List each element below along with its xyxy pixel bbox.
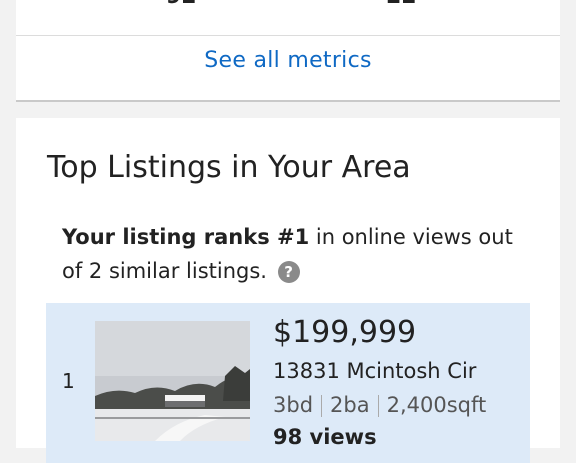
metrics-row: 92 22 xyxy=(16,0,560,34)
listing-extra: 98 views xyxy=(273,425,377,449)
listing-address: 13831 Mcintosh Cir xyxy=(273,359,477,383)
listing-price: $199,999 xyxy=(273,315,417,350)
listing-sqft: 2,400sqft xyxy=(386,393,487,417)
top-listings-card: Top Listings in Your Area Your listing r… xyxy=(16,118,560,463)
help-icon[interactable]: ? xyxy=(277,261,300,283)
listing-specs: 3bd 2ba 2,400sqft xyxy=(273,393,486,417)
metrics-card: 92 22 See all metrics xyxy=(16,0,560,100)
listing-rank: 1 xyxy=(62,369,75,393)
see-all-metrics-link[interactable]: See all metrics xyxy=(16,48,560,73)
metric-value-right: 22 xyxy=(386,0,417,9)
listing-beds: 3bd xyxy=(273,393,314,417)
section-title: Top Listings in Your Area xyxy=(47,150,411,185)
rank-description: Your listing ranks #1 in online views ou… xyxy=(62,220,532,288)
listing-photo[interactable] xyxy=(95,321,250,441)
listing-baths: 2ba xyxy=(330,393,370,417)
spec-divider xyxy=(377,395,379,417)
card-shadow xyxy=(16,100,560,102)
metric-value-left: 92 xyxy=(166,0,197,9)
rank-highlight: Your listing ranks #1 xyxy=(62,225,310,249)
divider xyxy=(16,35,560,36)
listing-row[interactable]: 1 $199,999 13831 Mcintosh Cir 3bd 2ba 2,40… xyxy=(46,303,530,463)
spec-divider xyxy=(321,395,323,417)
